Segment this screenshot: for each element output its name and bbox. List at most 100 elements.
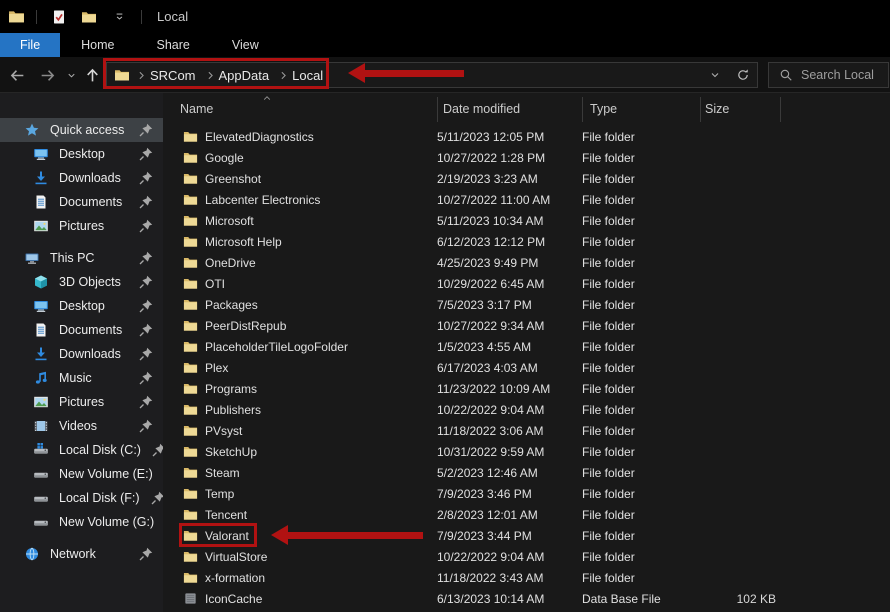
- ribbon-tab[interactable]: File: [0, 33, 60, 57]
- file-row[interactable]: Labcenter Electronics 10/27/2022 11:00 A…: [163, 189, 890, 210]
- db-icon: [183, 591, 198, 606]
- file-name-cell: PeerDistRepub: [163, 318, 437, 333]
- ribbon-tab[interactable]: View: [211, 33, 280, 57]
- file-row[interactable]: Packages 7/5/2023 3:17 PM File folder: [163, 294, 890, 315]
- column-separator: [700, 97, 701, 122]
- sidebar-item[interactable]: Local Disk (F:): [0, 486, 163, 510]
- file-row[interactable]: Steam 5/2/2023 12:46 AM File folder: [163, 462, 890, 483]
- ribbon-tab[interactable]: Share: [136, 33, 211, 57]
- pin-icon: [138, 346, 154, 362]
- sidebar-item[interactable]: Network: [0, 542, 163, 566]
- sidebar-item[interactable]: New Volume (E:): [0, 462, 163, 486]
- sidebar-item[interactable]: Desktop: [0, 294, 163, 318]
- file-type: File folder: [582, 361, 700, 375]
- sidebar-item[interactable]: 3D Objects: [0, 270, 163, 294]
- breadcrumb: SRCom AppData Local: [130, 68, 326, 83]
- folder-icon: [183, 192, 198, 207]
- file-row[interactable]: PlaceholderTileLogoFolder 1/5/2023 4:55 …: [163, 336, 890, 357]
- file-name: PlaceholderTileLogoFolder: [205, 340, 348, 354]
- forward-button[interactable]: [38, 66, 56, 84]
- address-breadcrumb-bar[interactable]: SRCom AppData Local: [106, 62, 758, 88]
- file-row[interactable]: Greenshot 2/19/2023 3:23 AM File folder: [163, 168, 890, 189]
- up-button[interactable]: [83, 66, 101, 84]
- search-input[interactable]: [801, 68, 881, 82]
- pin-icon: [138, 370, 154, 386]
- file-row[interactable]: Tencent 2/8/2023 12:01 AM File folder: [163, 504, 890, 525]
- sidebar-item[interactable]: Pictures: [0, 214, 163, 238]
- file-name: Steam: [205, 466, 240, 480]
- file-row[interactable]: PVsyst 11/18/2022 3:06 AM File folder: [163, 420, 890, 441]
- file-name: Publishers: [205, 403, 261, 417]
- column-header-date-modified[interactable]: Date modified: [443, 102, 520, 116]
- file-date-modified: 1/5/2023 4:55 AM: [437, 340, 582, 354]
- file-row[interactable]: Valorant 7/9/2023 3:44 PM File folder: [163, 525, 890, 546]
- folder-icon: [183, 276, 198, 291]
- sidebar-item[interactable]: Music: [0, 366, 163, 390]
- file-row[interactable]: IconCache 6/13/2023 10:14 AM Data Base F…: [163, 588, 890, 609]
- sidebar-item[interactable]: Local Disk (C:): [0, 438, 163, 462]
- file-row[interactable]: x-formation 11/18/2022 3:43 AM File fold…: [163, 567, 890, 588]
- file-name: Microsoft: [205, 214, 254, 228]
- file-date-modified: 10/31/2022 9:59 AM: [437, 445, 582, 459]
- qat-properties-button[interactable]: [48, 6, 70, 28]
- file-row[interactable]: Publishers 10/22/2022 9:04 AM File folde…: [163, 399, 890, 420]
- back-button[interactable]: [8, 66, 26, 84]
- ribbon-tab[interactable]: Home: [60, 33, 135, 57]
- breadcrumb-item[interactable]: Local: [272, 68, 326, 83]
- qat-customize-dropdown-button[interactable]: [108, 6, 130, 28]
- file-row[interactable]: Programs 11/23/2022 10:09 AM File folder: [163, 378, 890, 399]
- column-header-type[interactable]: Type: [590, 102, 617, 116]
- file-row[interactable]: VirtualStore 10/22/2022 9:04 AM File fol…: [163, 546, 890, 567]
- ribbon-tab-label: Share: [157, 38, 190, 52]
- sidebar-item[interactable]: Pictures: [0, 390, 163, 414]
- sidebar-item[interactable]: Videos: [0, 414, 163, 438]
- file-row[interactable]: Temp 7/9/2023 3:46 PM File folder: [163, 483, 890, 504]
- file-name-cell: Tencent: [163, 507, 437, 522]
- column-header-name[interactable]: Name: [180, 102, 213, 116]
- sidebar-item[interactable]: Documents: [0, 318, 163, 342]
- file-name-cell: Plex: [163, 360, 437, 375]
- column-header-size[interactable]: Size: [705, 102, 729, 116]
- file-row[interactable]: PeerDistRepub 10/27/2022 9:34 AM File fo…: [163, 315, 890, 336]
- refresh-button[interactable]: [729, 63, 757, 87]
- drive-icon: [33, 466, 49, 482]
- recent-locations-button[interactable]: [62, 66, 80, 84]
- folder-icon: [183, 528, 198, 543]
- file-row[interactable]: OneDrive 4/25/2023 9:49 PM File folder: [163, 252, 890, 273]
- file-row[interactable]: SketchUp 10/31/2022 9:59 AM File folder: [163, 441, 890, 462]
- search-icon: [779, 68, 793, 82]
- pin-icon: [150, 490, 163, 506]
- file-type: File folder: [582, 256, 700, 270]
- file-row[interactable]: Google 10/27/2022 1:28 PM File folder: [163, 147, 890, 168]
- file-name: OneDrive: [205, 256, 256, 270]
- sidebar-item[interactable]: Downloads: [0, 342, 163, 366]
- pc-icon: [24, 250, 40, 266]
- sidebar-item-label: Local Disk (C:): [59, 443, 141, 457]
- breadcrumb-item[interactable]: SRCom: [130, 68, 199, 83]
- sidebar-item[interactable]: Desktop: [0, 142, 163, 166]
- breadcrumb-label: SRCom: [150, 68, 196, 83]
- qat-new-folder-button[interactable]: [78, 6, 100, 28]
- sidebar-item[interactable]: This PC: [0, 246, 163, 270]
- file-row[interactable]: ElevatedDiagnostics 5/11/2023 12:05 PM F…: [163, 126, 890, 147]
- file-date-modified: 5/11/2023 10:34 AM: [437, 214, 582, 228]
- breadcrumb-item[interactable]: AppData: [199, 68, 273, 83]
- sidebar-item[interactable]: Quick access: [0, 118, 163, 142]
- doc-icon: [33, 322, 49, 338]
- file-name-cell: Valorant: [163, 528, 437, 543]
- file-name: x-formation: [205, 571, 265, 585]
- sidebar-item[interactable]: Downloads: [0, 166, 163, 190]
- file-date-modified: 10/29/2022 6:45 AM: [437, 277, 582, 291]
- file-date-modified: 7/9/2023 3:44 PM: [437, 529, 582, 543]
- file-row[interactable]: Microsoft 5/11/2023 10:34 AM File folder: [163, 210, 890, 231]
- file-row[interactable]: Microsoft Help 6/12/2023 12:12 PM File f…: [163, 231, 890, 252]
- back-arrow-icon: [9, 67, 26, 84]
- file-type: Data Base File: [582, 592, 700, 606]
- folder-icon: [183, 234, 198, 249]
- file-row[interactable]: OTI 10/29/2022 6:45 AM File folder: [163, 273, 890, 294]
- sidebar-item[interactable]: Documents: [0, 190, 163, 214]
- sidebar-item[interactable]: New Volume (G:): [0, 510, 163, 534]
- file-name-cell: ElevatedDiagnostics: [163, 129, 437, 144]
- address-history-dropdown-button[interactable]: [701, 63, 729, 87]
- file-row[interactable]: Plex 6/17/2023 4:03 AM File folder: [163, 357, 890, 378]
